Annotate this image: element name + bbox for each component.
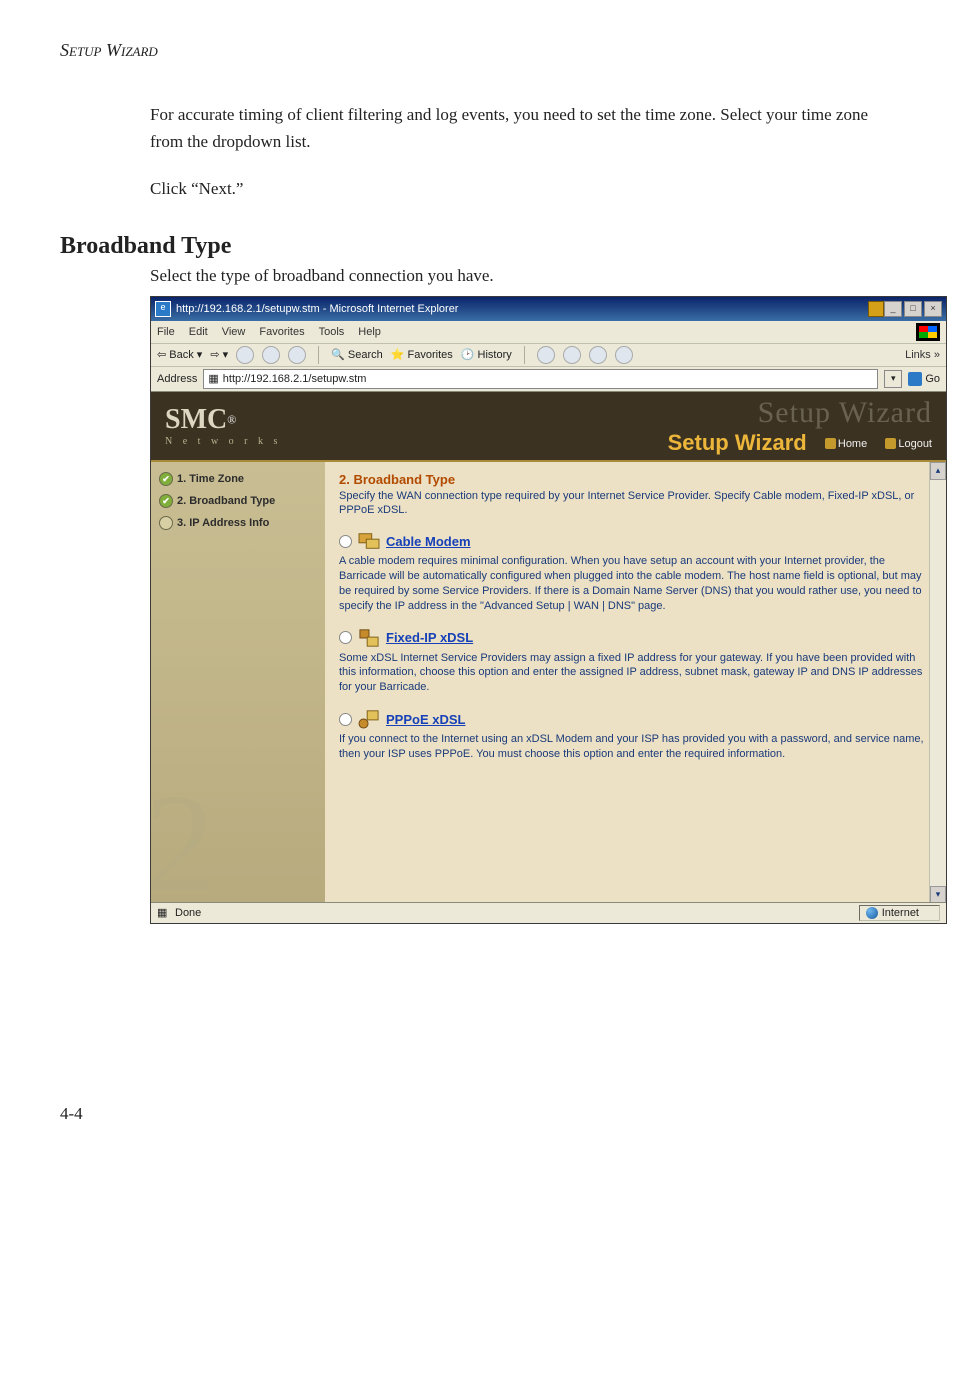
link-pppoe[interactable]: PPPoE xDSL (386, 712, 465, 727)
panel-desc: Specify the WAN connection type required… (339, 489, 924, 518)
discuss-icon[interactable] (615, 346, 633, 364)
logout-link[interactable]: Logout (885, 438, 932, 450)
wizard-sidebar: 1. Time Zone 2. Broadband Type 3. IP Add… (151, 462, 325, 902)
smc-logo: SMC® N e t w o r k s (151, 404, 281, 447)
desc-cable-modem: A cable modem requires minimal configura… (339, 554, 924, 613)
stop-icon[interactable] (236, 346, 254, 364)
main-panel: ▴ ▾ 2. Broadband Type Specify the WAN co… (325, 462, 946, 902)
menu-file[interactable]: File (157, 326, 175, 338)
back-button[interactable]: ⇦ Back ▾ (157, 348, 202, 361)
scrollbar[interactable]: ▴ ▾ (929, 462, 946, 902)
status-done-icon: ▦ (157, 906, 171, 920)
menu-help[interactable]: Help (358, 326, 381, 338)
titlebar: e http://192.168.2.1/setupw.stm - Micros… (151, 297, 946, 321)
print-icon[interactable] (563, 346, 581, 364)
radio-pppoe[interactable] (339, 713, 352, 726)
search-button[interactable]: 🔍 Search (331, 348, 383, 361)
throbber-icon (916, 323, 940, 341)
check-icon (159, 494, 173, 508)
step-1[interactable]: 1. Time Zone (159, 472, 317, 486)
scroll-down-icon[interactable]: ▾ (930, 886, 946, 902)
statusbar: ▦ Done Internet (151, 902, 946, 923)
running-header: Setup Wizard (60, 40, 894, 61)
check-icon (159, 472, 173, 486)
refresh-icon[interactable] (262, 346, 280, 364)
go-button[interactable]: Go (908, 372, 940, 386)
pppoe-icon (358, 709, 380, 729)
ie-icon: e (155, 301, 171, 317)
status-zone: Internet (859, 905, 940, 921)
banner: SMC® N e t w o r k s Setup Wizard Setup … (151, 392, 946, 462)
section-heading: Broadband Type (60, 233, 894, 260)
internet-zone-icon (866, 907, 878, 919)
intro-paragraph-2: Click “Next.” (150, 175, 870, 202)
step-3[interactable]: 3. IP Address Info (159, 516, 317, 530)
home-link[interactable]: Home (825, 438, 867, 450)
link-cable-modem[interactable]: Cable Modem (386, 534, 471, 549)
browser-window: e http://192.168.2.1/setupw.stm - Micros… (150, 296, 947, 924)
logout-nav-icon (885, 438, 896, 449)
address-dropdown[interactable]: ▾ (884, 370, 902, 388)
menu-tools[interactable]: Tools (319, 326, 345, 338)
forward-button[interactable]: ⇨ ▾ (210, 348, 228, 361)
window-title: http://192.168.2.1/setupw.stm - Microsof… (176, 303, 864, 315)
scroll-up-icon[interactable]: ▴ (930, 462, 946, 480)
section-subtext: Select the type of broadband connection … (150, 266, 894, 286)
menu-favorites[interactable]: Favorites (259, 326, 304, 338)
desc-pppoe: If you connect to the Internet using an … (339, 732, 924, 762)
menu-edit[interactable]: Edit (189, 326, 208, 338)
links-label[interactable]: Links » (905, 349, 940, 361)
pending-icon (159, 516, 173, 530)
fixed-ip-icon (358, 628, 380, 648)
panel-title: 2. Broadband Type (339, 472, 924, 487)
page-number: 4-4 (60, 1104, 894, 1124)
maximize-button[interactable]: □ (904, 301, 922, 317)
addressbar: Address ▦ http://192.168.2.1/setupw.stm … (151, 367, 946, 392)
toolbar: ⇦ Back ▾ ⇨ ▾ 🔍 Search ⭐ Favorites 🕑 Hist… (151, 344, 946, 367)
close-button[interactable]: × (924, 301, 942, 317)
radio-fixed-ip[interactable] (339, 631, 352, 644)
mail-icon[interactable] (537, 346, 555, 364)
home-icon[interactable] (288, 346, 306, 364)
go-icon (908, 372, 922, 386)
banner-wizard-label: Setup Wizard (668, 430, 807, 455)
step-bignum: 2 (151, 774, 215, 902)
intro-paragraph-1: For accurate timing of client filtering … (150, 101, 870, 155)
radio-cable-modem[interactable] (339, 535, 352, 548)
home-nav-icon (825, 438, 836, 449)
titlebar-accent (868, 301, 884, 317)
desc-fixed-ip: Some xDSL Internet Service Providers may… (339, 651, 924, 696)
banner-ghost-title: Setup Wizard (668, 396, 932, 430)
step-2[interactable]: 2. Broadband Type (159, 494, 317, 508)
page-content: SMC® N e t w o r k s Setup Wizard Setup … (151, 392, 946, 902)
address-input[interactable]: ▦ http://192.168.2.1/setupw.stm (203, 369, 878, 389)
link-fixed-ip[interactable]: Fixed-IP xDSL (386, 630, 473, 645)
page-icon: ▦ (208, 372, 218, 385)
status-text: Done (175, 907, 201, 919)
minimize-button[interactable]: _ (884, 301, 902, 317)
edit-icon[interactable] (589, 346, 607, 364)
history-button[interactable]: 🕑 History (461, 348, 512, 361)
menubar: File Edit View Favorites Tools Help (151, 321, 946, 344)
favorites-button[interactable]: ⭐ Favorites (391, 348, 453, 361)
address-label: Address (157, 373, 197, 385)
menu-view[interactable]: View (222, 326, 246, 338)
cable-modem-icon (358, 531, 380, 551)
